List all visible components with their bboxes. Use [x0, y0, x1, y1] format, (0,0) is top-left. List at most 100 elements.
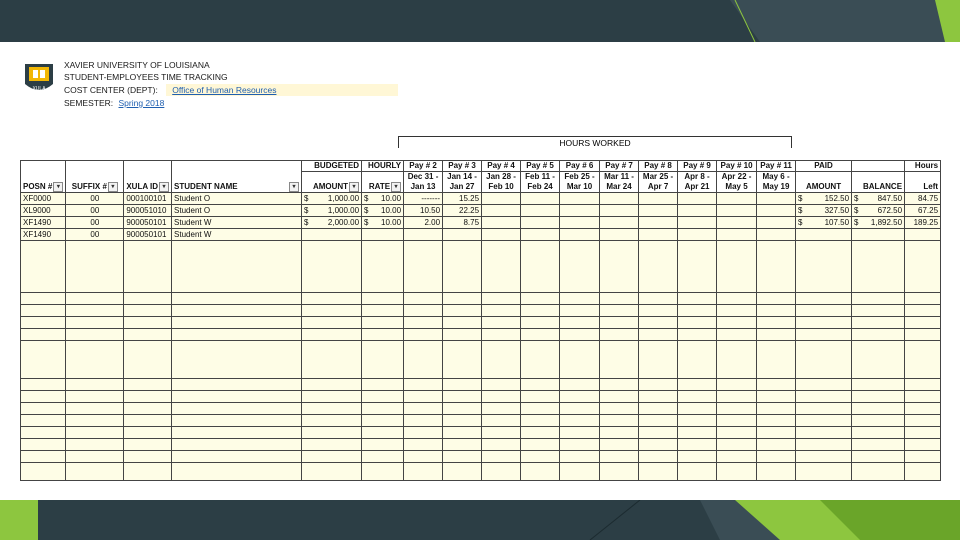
empty-cell[interactable]: [123, 240, 173, 293]
cell-hours[interactable]: [481, 204, 522, 217]
empty-cell[interactable]: [756, 340, 797, 379]
empty-cell[interactable]: [795, 426, 853, 439]
empty-cell[interactable]: [65, 340, 125, 379]
col-hourly-bot[interactable]: RATE ▾: [361, 171, 405, 193]
empty-cell[interactable]: [599, 304, 640, 317]
empty-cell[interactable]: [481, 462, 522, 481]
cell-budget[interactable]: $1,000.00: [301, 192, 363, 205]
empty-cell[interactable]: [123, 316, 173, 329]
empty-cell[interactable]: [520, 378, 561, 391]
empty-cell[interactable]: [123, 438, 173, 451]
empty-cell[interactable]: [442, 292, 483, 305]
filter-dropdown-icon[interactable]: ▾: [349, 181, 360, 192]
empty-cell[interactable]: [599, 328, 640, 341]
cell-rate[interactable]: [361, 228, 405, 241]
empty-cell[interactable]: [904, 462, 942, 481]
empty-cell[interactable]: [19, 292, 67, 305]
empty-cell[interactable]: [677, 340, 718, 379]
cell-hours[interactable]: -------: [403, 192, 444, 205]
empty-cell[interactable]: [756, 378, 797, 391]
empty-cell[interactable]: [361, 414, 405, 427]
cell-hours[interactable]: [520, 228, 561, 241]
cell-hours[interactable]: [599, 204, 640, 217]
empty-cell[interactable]: [123, 340, 173, 379]
empty-cell[interactable]: [520, 414, 561, 427]
empty-cell[interactable]: [638, 240, 679, 293]
empty-cell[interactable]: [795, 328, 853, 341]
col-budgeted-bot[interactable]: AMOUNT ▾: [301, 171, 363, 193]
cell-xulaid[interactable]: 900050101: [123, 216, 173, 229]
empty-cell[interactable]: [716, 414, 758, 427]
empty-cell[interactable]: [716, 292, 758, 305]
empty-cell[interactable]: [171, 304, 303, 317]
empty-cell[interactable]: [520, 340, 561, 379]
empty-cell[interactable]: [361, 340, 405, 379]
cell-paid[interactable]: $327.50: [795, 204, 853, 217]
empty-cell[interactable]: [171, 438, 303, 451]
cell-hours[interactable]: 10.50: [403, 204, 444, 217]
cell-hours[interactable]: [481, 228, 522, 241]
empty-cell[interactable]: [301, 304, 363, 317]
empty-cell[interactable]: [171, 292, 303, 305]
empty-cell[interactable]: [19, 340, 67, 379]
empty-cell[interactable]: [65, 462, 125, 481]
empty-cell[interactable]: [65, 240, 125, 293]
empty-cell[interactable]: [559, 316, 601, 329]
cell-hours[interactable]: [481, 216, 522, 229]
empty-cell[interactable]: [403, 378, 444, 391]
empty-cell[interactable]: [361, 426, 405, 439]
empty-cell[interactable]: [756, 292, 797, 305]
empty-cell[interactable]: [481, 316, 522, 329]
empty-cell[interactable]: [301, 328, 363, 341]
empty-cell[interactable]: [756, 328, 797, 341]
cell-budget[interactable]: [301, 228, 363, 241]
cell-hours[interactable]: [520, 216, 561, 229]
empty-cell[interactable]: [638, 426, 679, 439]
empty-cell[interactable]: [795, 414, 853, 427]
empty-cell[interactable]: [481, 450, 522, 463]
empty-cell[interactable]: [171, 390, 303, 403]
empty-cell[interactable]: [403, 292, 444, 305]
cell-posn[interactable]: XF0000: [19, 192, 67, 205]
empty-cell[interactable]: [677, 402, 718, 415]
empty-cell[interactable]: [520, 390, 561, 403]
empty-cell[interactable]: [361, 328, 405, 341]
empty-cell[interactable]: [756, 402, 797, 415]
empty-cell[interactable]: [65, 438, 125, 451]
empty-cell[interactable]: [19, 450, 67, 463]
empty-cell[interactable]: [65, 426, 125, 439]
empty-cell[interactable]: [123, 304, 173, 317]
cell-student-name[interactable]: Student O: [171, 192, 303, 205]
empty-cell[interactable]: [123, 414, 173, 427]
empty-cell[interactable]: [716, 450, 758, 463]
empty-cell[interactable]: [442, 462, 483, 481]
empty-cell[interactable]: [19, 438, 67, 451]
empty-cell[interactable]: [851, 402, 906, 415]
empty-cell[interactable]: [904, 378, 942, 391]
empty-cell[interactable]: [361, 402, 405, 415]
empty-cell[interactable]: [19, 304, 67, 317]
empty-cell[interactable]: [795, 438, 853, 451]
cell-hours[interactable]: [677, 216, 718, 229]
cell-budget[interactable]: $2,000.00: [301, 216, 363, 229]
empty-cell[interactable]: [65, 316, 125, 329]
empty-cell[interactable]: [795, 402, 853, 415]
cell-hours[interactable]: [716, 192, 758, 205]
cell-hours[interactable]: [677, 228, 718, 241]
cell-hours-left[interactable]: 84.75: [904, 192, 942, 205]
empty-cell[interactable]: [904, 426, 942, 439]
empty-cell[interactable]: [638, 402, 679, 415]
cell-hours[interactable]: [638, 216, 679, 229]
empty-cell[interactable]: [851, 316, 906, 329]
empty-cell[interactable]: [677, 292, 718, 305]
empty-cell[interactable]: [851, 438, 906, 451]
empty-cell[interactable]: [171, 414, 303, 427]
empty-cell[interactable]: [171, 328, 303, 341]
empty-cell[interactable]: [677, 390, 718, 403]
empty-cell[interactable]: [795, 316, 853, 329]
cell-hours[interactable]: [638, 228, 679, 241]
empty-cell[interactable]: [301, 292, 363, 305]
empty-cell[interactable]: [599, 340, 640, 379]
empty-cell[interactable]: [481, 426, 522, 439]
cell-hours-left[interactable]: 189.25: [904, 216, 942, 229]
